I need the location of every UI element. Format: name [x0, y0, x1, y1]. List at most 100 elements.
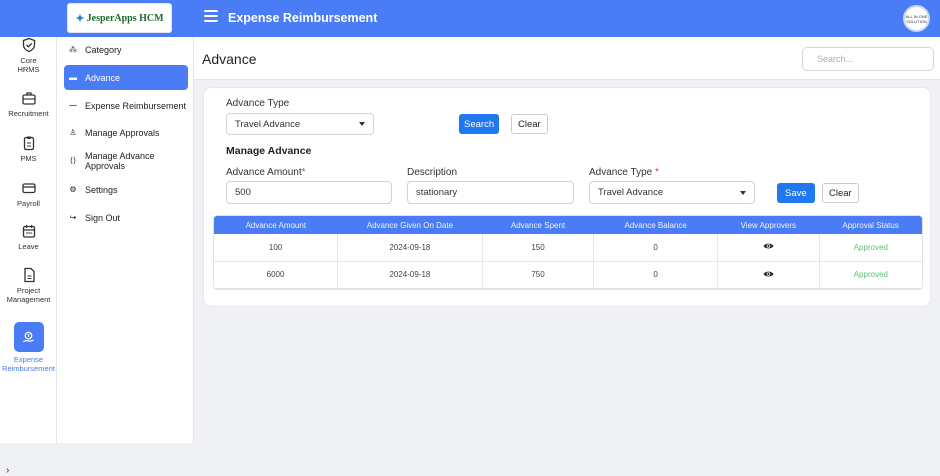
- description-label: Description: [407, 167, 458, 178]
- required-mark: *: [301, 167, 306, 178]
- rail-item-project-management[interactable]: Project Management: [0, 267, 57, 304]
- required-mark: *: [654, 167, 659, 178]
- rail-item-leave[interactable]: Leave: [0, 223, 57, 251]
- page-header: Advance: [194, 37, 940, 80]
- expense-icon: [13, 322, 44, 352]
- subnav-label: Manage Advance Approvals: [85, 151, 155, 171]
- subnav-item-advance[interactable]: ▬ Advance: [64, 65, 188, 90]
- search-input[interactable]: [802, 47, 934, 71]
- subnav-label: Settings: [85, 185, 118, 195]
- rail-item-core-hrms[interactable]: Core HRMS: [0, 37, 57, 74]
- search-button[interactable]: Search: [459, 114, 500, 134]
- gear-icon: ⚙: [69, 185, 77, 194]
- avatar[interactable]: ALL IN ONE SOLUTION: [903, 5, 930, 32]
- advance-amount-label: Advance Amount*: [226, 167, 306, 178]
- description-input[interactable]: [407, 181, 574, 204]
- subnav-item-expense-reimbursement[interactable]: ⁓ Expense Reimbursement: [64, 99, 188, 113]
- table-header-row: Advance Amount Advance Given On Date Adv…: [214, 216, 922, 234]
- subnav-label: Sign Out: [85, 213, 121, 223]
- code-icon: ⟨⟩: [69, 156, 77, 165]
- rail-label: Expense Reimbursement: [2, 355, 55, 373]
- cell-given-date: 2024-09-18: [337, 234, 483, 262]
- cell-advance-amount: 6000: [214, 261, 339, 289]
- rail-label: Payroll: [17, 199, 40, 208]
- manage-advance-title: Manage Advance: [226, 145, 312, 157]
- table-row: 6000 2024-09-18 750 0 Approved: [214, 261, 922, 289]
- rail-label: Project Management: [6, 286, 51, 304]
- sub-nav: ⁂ Category ▬ Advance ⁓ Expense Reimburse…: [57, 37, 194, 443]
- advance-amount-input[interactable]: [226, 181, 392, 204]
- subnav-item-category[interactable]: ⁂ Category: [64, 43, 188, 57]
- rail-item-payroll[interactable]: Payroll: [0, 180, 57, 208]
- credit-card-icon: [21, 183, 36, 194]
- rail-item-expense-reimbursement[interactable]: Expense Reimbursement: [0, 322, 57, 373]
- rail-label: Leave: [18, 242, 39, 251]
- eye-icon[interactable]: [763, 270, 774, 278]
- clipboard-icon: [23, 136, 34, 151]
- logo-text: JesperApps HCM: [86, 12, 164, 24]
- subnav-item-settings[interactable]: ⚙ Settings: [64, 183, 188, 197]
- eye-icon[interactable]: [763, 242, 774, 250]
- page-title: Advance: [202, 51, 257, 67]
- advance-card: Advance Type Travel Advance Search Clear…: [203, 87, 931, 307]
- hamburger-menu-icon[interactable]: [204, 10, 218, 22]
- column-header[interactable]: Approval Status: [819, 216, 922, 234]
- advance-type-label: Advance Type *: [589, 167, 659, 178]
- rail-label: Core HRMS: [17, 56, 40, 74]
- sign-out-icon: ↪: [69, 213, 77, 222]
- wallet-icon: ▬: [69, 72, 77, 82]
- subnav-label: Category: [85, 45, 122, 55]
- document-icon: [23, 267, 35, 283]
- shield-check-icon: [22, 37, 35, 53]
- advance-amount-label-text: Advance Amount: [226, 167, 302, 178]
- advance-type-label-text: Advance Type: [589, 167, 653, 178]
- filter-advance-type-label: Advance Type: [226, 98, 290, 109]
- category-icon: ⁂: [69, 45, 77, 54]
- rail-label: PMS: [20, 154, 37, 163]
- advance-type-select[interactable]: Travel Advance: [589, 181, 755, 204]
- filter-advance-type-select[interactable]: Travel Advance: [226, 113, 374, 135]
- rail-item-recruitment[interactable]: Recruitment: [0, 90, 57, 118]
- subnav-label: Expense Reimbursement: [85, 101, 187, 111]
- chevron-down-icon: [740, 190, 746, 195]
- briefcase-icon: [21, 92, 36, 105]
- app-title: Expense Reimbursement: [228, 11, 378, 25]
- calendar-icon: [22, 225, 35, 238]
- module-rail: Core HRMS Recruitment PMS Payroll Leave …: [0, 37, 57, 476]
- cell-advance-balance: 0: [593, 234, 718, 262]
- cell-approval-status: Approved: [819, 234, 922, 262]
- subnav-item-manage-advance-approvals[interactable]: ⟨⟩ Manage Advance Approvals: [64, 150, 188, 172]
- avatar-text: ALL IN ONE SOLUTION: [905, 13, 928, 24]
- column-header[interactable]: View Approvers: [717, 216, 820, 234]
- subnav-item-manage-approvals[interactable]: ♙ Manage Approvals: [64, 126, 188, 140]
- cell-approval-status: Approved: [819, 261, 922, 289]
- rail-item-pms[interactable]: PMS: [0, 135, 57, 163]
- subnav-label: Manage Approvals: [85, 128, 160, 138]
- cell-advance-amount: 100: [214, 234, 339, 262]
- app-logo[interactable]: ✦ JesperApps HCM: [68, 4, 171, 32]
- advance-table: Advance Amount Advance Given On Date Adv…: [213, 215, 923, 290]
- cell-given-date: 2024-09-18: [337, 261, 483, 289]
- user-icon: ♙: [69, 128, 77, 137]
- subnav-item-sign-out[interactable]: ↪ Sign Out: [64, 211, 188, 225]
- rail-label: Recruitment: [8, 109, 49, 118]
- advance-type-value: Travel Advance: [598, 187, 664, 198]
- column-header[interactable]: Advance Amount: [214, 216, 338, 234]
- clear-form-button[interactable]: Clear: [822, 183, 859, 203]
- column-header[interactable]: Advance Given On Date: [337, 216, 483, 234]
- subnav-label: Advance: [85, 72, 121, 83]
- save-button[interactable]: Save: [777, 183, 815, 203]
- chevron-down-icon: [359, 122, 365, 126]
- cell-view-approvers: [717, 261, 820, 289]
- column-header[interactable]: Advance Balance: [593, 216, 718, 234]
- top-bar: ✦ JesperApps HCM Expense Reimbursement A…: [0, 0, 940, 37]
- cell-view-approvers: [717, 234, 820, 262]
- clear-filter-button[interactable]: Clear: [511, 114, 548, 134]
- cell-advance-spent: 750: [482, 261, 595, 289]
- rail-collapse-icon[interactable]: ›: [6, 465, 9, 476]
- cell-advance-spent: 150: [482, 234, 595, 262]
- column-header[interactable]: Advance Spent: [482, 216, 594, 234]
- filter-advance-type-value: Travel Advance: [235, 118, 301, 130]
- table-row: 100 2024-09-18 150 0 Approved: [214, 234, 922, 262]
- cell-advance-balance: 0: [593, 261, 718, 289]
